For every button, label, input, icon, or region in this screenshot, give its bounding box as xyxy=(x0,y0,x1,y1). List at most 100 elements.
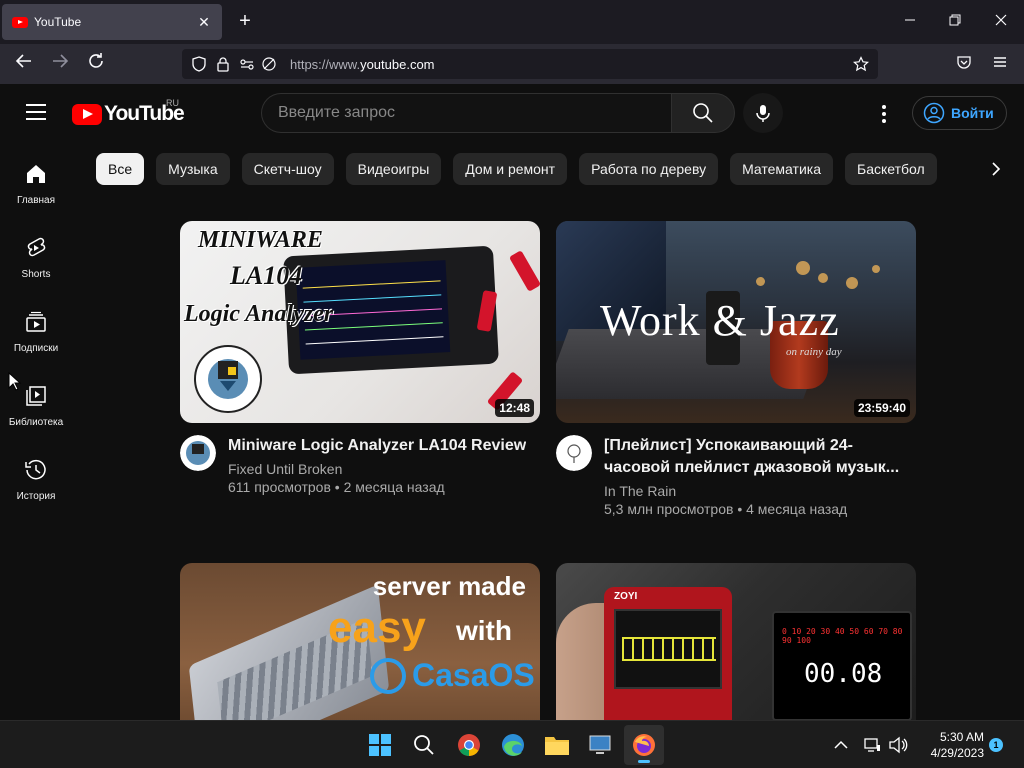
chevron-right-icon xyxy=(992,162,1001,176)
video-thumbnail[interactable]: MINIWARE LA104 Logic Analyzer 12:48 xyxy=(180,221,540,423)
video-card[interactable]: server made easy with CasaOS xyxy=(180,563,540,720)
tab-close-button[interactable]: ✕ xyxy=(196,14,212,31)
address-bar[interactable]: https://www.youtube.com xyxy=(182,49,878,79)
pocket-button[interactable] xyxy=(952,52,976,76)
guide-menu-button[interactable] xyxy=(26,104,46,120)
sidebar-item-label: История xyxy=(16,491,56,502)
close-window-button[interactable] xyxy=(990,10,1012,32)
lock-icon[interactable] xyxy=(212,53,234,75)
edge-icon xyxy=(502,734,524,756)
sidebar-item-label: Главная xyxy=(16,195,56,206)
video-card[interactable]: Work & Jazz on rainy day 23:59:40 [Плейл… xyxy=(556,221,916,517)
settings-more-button[interactable] xyxy=(872,102,896,126)
folder-icon xyxy=(545,737,569,755)
sign-in-button[interactable]: Войти xyxy=(912,96,1007,130)
channel-avatar[interactable] xyxy=(180,435,216,471)
chip-sketch-comedy[interactable]: Скетч-шоу xyxy=(241,153,334,185)
oscilloscope-image: ZOYI xyxy=(604,587,732,720)
thumbnail-text: on rainy day xyxy=(786,346,842,358)
chip-music[interactable]: Музыка xyxy=(156,153,230,185)
home-icon xyxy=(24,162,48,186)
search-icon xyxy=(414,735,434,755)
url-text[interactable]: https://www.youtube.com xyxy=(290,57,844,72)
reload-button[interactable] xyxy=(84,52,108,76)
new-tab-button[interactable]: + xyxy=(234,10,256,32)
chip-math[interactable]: Математика xyxy=(730,153,833,185)
chip-all[interactable]: Все xyxy=(96,153,145,185)
multimeter-display-image: 0 10 20 30 40 50 60 70 80 90 100 00.08 xyxy=(772,611,912,720)
video-thumbnail[interactable]: Work & Jazz on rainy day 23:59:40 xyxy=(556,221,916,423)
sidebar-item-label: Библиотека xyxy=(8,417,64,428)
microphone-icon xyxy=(756,105,770,122)
start-button[interactable] xyxy=(366,731,394,759)
video-duration: 12:48 xyxy=(495,399,534,417)
permissions-icon[interactable] xyxy=(236,53,258,75)
file-explorer-app[interactable] xyxy=(543,731,571,759)
channel-name[interactable]: Fixed Until Broken xyxy=(228,461,526,477)
network-status[interactable] xyxy=(858,731,886,759)
channel-avatar[interactable] xyxy=(556,435,592,471)
video-thumbnail[interactable]: ZOYI 0 10 20 30 40 50 60 70 80 90 100 00… xyxy=(556,563,916,720)
browser-tab-bar: YouTube ✕ + xyxy=(0,0,1024,44)
search-input[interactable] xyxy=(261,93,671,133)
thumbnail-text: with xyxy=(456,615,512,646)
video-title[interactable]: Miniware Logic Analyzer LA104 Review xyxy=(228,435,526,457)
video-card[interactable]: MINIWARE LA104 Logic Analyzer 12:48 Mini… xyxy=(180,221,540,495)
system-clock[interactable]: 5:30 AM 4/29/2023 xyxy=(918,729,984,761)
firefox-icon xyxy=(633,734,655,756)
video-thumbnail[interactable]: server made easy with CasaOS xyxy=(180,563,540,720)
firefox-app[interactable] xyxy=(630,731,658,759)
autoplay-blocked-icon[interactable] xyxy=(258,53,280,75)
search-button[interactable] xyxy=(671,93,735,133)
edge-app[interactable] xyxy=(499,731,527,759)
thumbnail-text: ZOYI xyxy=(614,591,638,602)
chip-basketball[interactable]: Баскетбол xyxy=(845,153,937,185)
restore-button[interactable] xyxy=(944,10,966,32)
youtube-page: YouTube RU Войти Главная Shorts xyxy=(0,84,1024,720)
volume-status[interactable] xyxy=(884,731,912,759)
chips-next-button[interactable] xyxy=(984,157,1008,181)
arrow-left-icon xyxy=(15,54,31,68)
speaker-icon xyxy=(889,736,908,754)
back-button[interactable] xyxy=(12,52,36,76)
chevron-up-icon xyxy=(834,740,848,749)
casaos-logo: CasaOS xyxy=(370,657,535,694)
sidebar-item-history[interactable]: История xyxy=(0,438,72,508)
tab-youtube[interactable]: YouTube ✕ xyxy=(2,4,222,40)
history-icon xyxy=(24,458,48,482)
forward-button[interactable] xyxy=(48,52,72,76)
show-hidden-icons-button[interactable] xyxy=(827,731,855,759)
casaos-icon xyxy=(370,657,406,694)
notification-badge[interactable]: 1 xyxy=(989,738,1003,752)
bookmark-star-icon[interactable] xyxy=(850,53,872,75)
thumbnail-text: server made xyxy=(372,571,526,601)
windows-start-icon xyxy=(369,734,391,756)
shield-icon[interactable] xyxy=(188,53,210,75)
chip-woodworking[interactable]: Работа по дереву xyxy=(579,153,719,185)
channel-name[interactable]: In The Rain xyxy=(604,483,916,499)
url-prefix: https://www. xyxy=(290,56,361,72)
pocket-icon xyxy=(957,56,971,69)
close-icon xyxy=(995,14,1007,26)
minimize-button[interactable] xyxy=(899,10,921,32)
app-menu-button[interactable] xyxy=(988,52,1012,76)
chip-video-games[interactable]: Видеоигры xyxy=(345,153,442,185)
sidebar-item-home[interactable]: Главная xyxy=(0,142,72,212)
video-card[interactable]: ZOYI 0 10 20 30 40 50 60 70 80 90 100 00… xyxy=(556,563,916,720)
chrome-app[interactable] xyxy=(455,731,483,759)
arrow-right-icon xyxy=(53,54,69,68)
sidebar-item-subscriptions[interactable]: Подписки xyxy=(0,290,72,360)
network-icon xyxy=(864,738,880,752)
remote-desktop-app[interactable] xyxy=(586,731,614,759)
video-title[interactable]: [Плейлист] Успокаивающий 24-часовой плей… xyxy=(604,435,916,479)
taskbar-search-button[interactable] xyxy=(410,731,438,759)
youtube-logo[interactable]: YouTube RU xyxy=(72,98,185,126)
sign-in-label: Войти xyxy=(951,105,994,121)
subscriptions-icon xyxy=(24,310,48,334)
thumbnail-text: LA104 xyxy=(230,261,303,290)
sidebar-item-shorts[interactable]: Shorts xyxy=(0,216,72,286)
voice-search-button[interactable] xyxy=(743,93,783,133)
shorts-icon xyxy=(24,236,48,260)
chip-home-improvement[interactable]: Дом и ремонт xyxy=(453,153,568,185)
sidebar-item-label: Shorts xyxy=(21,269,51,280)
